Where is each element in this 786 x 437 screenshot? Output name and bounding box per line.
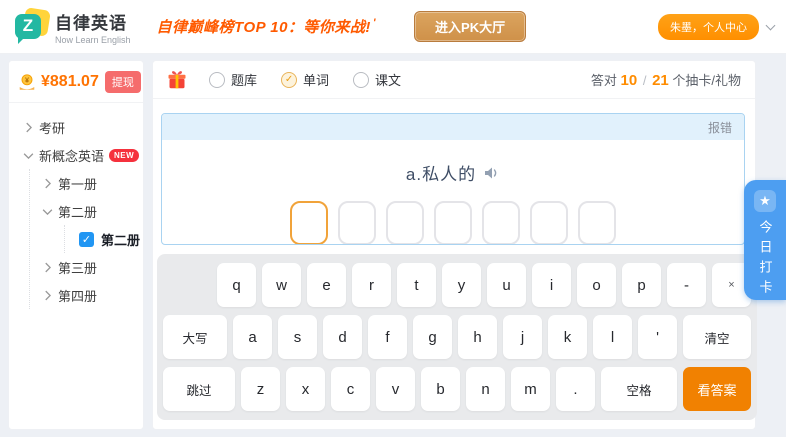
checkbox-checked-icon[interactable]: ✓ <box>79 232 94 247</box>
key-q[interactable]: q <box>217 263 256 307</box>
chevron-right-icon[interactable] <box>44 178 51 189</box>
letter-box <box>386 201 424 245</box>
letter-box-active <box>290 201 328 245</box>
sidebar: ¥ ¥881.07 提现 考研 新概念英语 NEW 第一册 第二册 <box>8 60 144 430</box>
key-l[interactable]: l <box>593 315 632 359</box>
tree-item-book2[interactable]: 第二册 <box>30 197 143 225</box>
speaker-icon[interactable] <box>484 166 500 180</box>
key-a[interactable]: a <box>233 315 272 359</box>
letter-box <box>338 201 376 245</box>
question-card: 报错 a.私人的 <box>161 113 745 245</box>
letter-box <box>482 201 520 245</box>
key-i[interactable]: i <box>532 263 571 307</box>
mode-words[interactable]: ✓ 单词 <box>281 70 329 89</box>
key-j[interactable]: j <box>503 315 542 359</box>
daily-checkin-label: 今日打卡 <box>756 220 775 300</box>
mode-question-bank[interactable]: 题库 <box>209 70 257 89</box>
letter-box <box>434 201 472 245</box>
key-f[interactable]: f <box>368 315 407 359</box>
chevron-right-icon[interactable] <box>44 290 51 301</box>
question-card-header: 报错 <box>162 114 744 140</box>
sparkle-icon: ' <box>373 17 376 29</box>
gift-icon[interactable] <box>167 70 187 90</box>
letter-box <box>578 201 616 245</box>
key-p[interactable]: p <box>622 263 661 307</box>
tree-item-book2-selected[interactable]: ✓ 第二册 <box>79 225 143 253</box>
chevron-right-icon[interactable] <box>25 122 32 133</box>
key-m[interactable]: m <box>511 367 550 411</box>
enter-pk-hall-button[interactable]: 进入PK大厅 <box>414 11 526 42</box>
app-logo: Z 自律英语 Now Learn English <box>14 9 131 45</box>
daily-checkin-button[interactable]: ★ 今日打卡 <box>744 180 786 300</box>
ranking-banner: 自律巅峰榜TOP 10：等你来战!' <box>157 16 376 37</box>
main-panel: 题库 ✓ 单词 课文 答对 10 / 21 个抽卡/礼物 报错 a.私人的 <box>152 60 756 430</box>
key-n[interactable]: n <box>466 367 505 411</box>
key-o[interactable]: o <box>577 263 616 307</box>
key-skip[interactable]: 跳过 <box>163 367 235 411</box>
key-c[interactable]: c <box>331 367 370 411</box>
key-z[interactable]: z <box>241 367 280 411</box>
key-clear[interactable]: 清空 <box>683 315 751 359</box>
user-profile-button[interactable]: 朱墨，个人中心 <box>658 14 759 40</box>
report-error-button[interactable]: 报错 <box>708 119 732 136</box>
balance-amount: ¥881.07 <box>41 73 99 91</box>
key-x[interactable]: x <box>286 367 325 411</box>
question-word: a.私人的 <box>406 160 476 185</box>
chevron-down-icon[interactable] <box>766 20 776 30</box>
key-space[interactable]: 空格 <box>601 367 677 411</box>
app-title: 自律英语 <box>55 9 131 34</box>
tree-item-book1[interactable]: 第一册 <box>30 169 143 197</box>
withdraw-button[interactable]: 提现 <box>105 71 141 93</box>
key-caps[interactable]: 大写 <box>163 315 227 359</box>
star-icon: ★ <box>754 190 776 212</box>
show-answer-button[interactable]: 看答案 <box>683 367 751 411</box>
mode-text[interactable]: 课文 <box>353 70 401 89</box>
chevron-expanded-icon[interactable] <box>23 152 34 159</box>
chevron-expanded-icon[interactable] <box>42 208 53 215</box>
new-badge: NEW <box>109 149 139 162</box>
tree-item-kaoyan[interactable]: 考研 <box>9 113 143 141</box>
logo-z-icon: Z <box>14 11 46 43</box>
coin-hand-icon: ¥ <box>17 73 37 92</box>
key-h[interactable]: h <box>458 315 497 359</box>
balance-row: ¥ ¥881.07 提现 <box>9 61 143 103</box>
mode-toolbar: 题库 ✓ 单词 课文 答对 10 / 21 个抽卡/礼物 <box>153 61 755 99</box>
app-subtitle: Now Learn English <box>55 35 131 45</box>
key-e[interactable]: e <box>307 263 346 307</box>
key-v[interactable]: v <box>376 367 415 411</box>
score-status: 答对 10 / 21 个抽卡/礼物 <box>591 70 741 89</box>
radio-icon[interactable] <box>353 72 369 88</box>
key-y[interactable]: y <box>442 263 481 307</box>
key-r[interactable]: r <box>352 263 391 307</box>
tree-item-book3[interactable]: 第三册 <box>30 253 143 281</box>
score-correct: 10 <box>621 72 638 89</box>
letter-box <box>530 201 568 245</box>
key-d[interactable]: d <box>323 315 362 359</box>
course-tree: 考研 新概念英语 NEW 第一册 第二册 ✓ 第二册 <box>9 103 143 309</box>
tree-item-new-concept[interactable]: 新概念英语 NEW <box>9 141 143 169</box>
score-total: 21 <box>652 72 669 89</box>
key-g[interactable]: g <box>413 315 452 359</box>
key-w[interactable]: w <box>262 263 301 307</box>
tree-item-book4[interactable]: 第四册 <box>30 281 143 309</box>
app-header: Z 自律英语 Now Learn English 自律巅峰榜TOP 10：等你来… <box>0 0 786 54</box>
virtual-keyboard: q w e r t y u i o p - × 大写 a s d f g h j… <box>157 254 757 420</box>
key-b[interactable]: b <box>421 367 460 411</box>
key-k[interactable]: k <box>548 315 587 359</box>
radio-icon[interactable] <box>209 72 225 88</box>
key-hyphen[interactable]: - <box>667 263 706 307</box>
radio-checked-icon[interactable]: ✓ <box>281 72 297 88</box>
key-apostrophe[interactable]: ' <box>638 315 677 359</box>
chevron-right-icon[interactable] <box>44 262 51 273</box>
key-t[interactable]: t <box>397 263 436 307</box>
key-s[interactable]: s <box>278 315 317 359</box>
key-period[interactable]: . <box>556 367 595 411</box>
key-u[interactable]: u <box>487 263 526 307</box>
letter-input[interactable] <box>162 201 744 245</box>
